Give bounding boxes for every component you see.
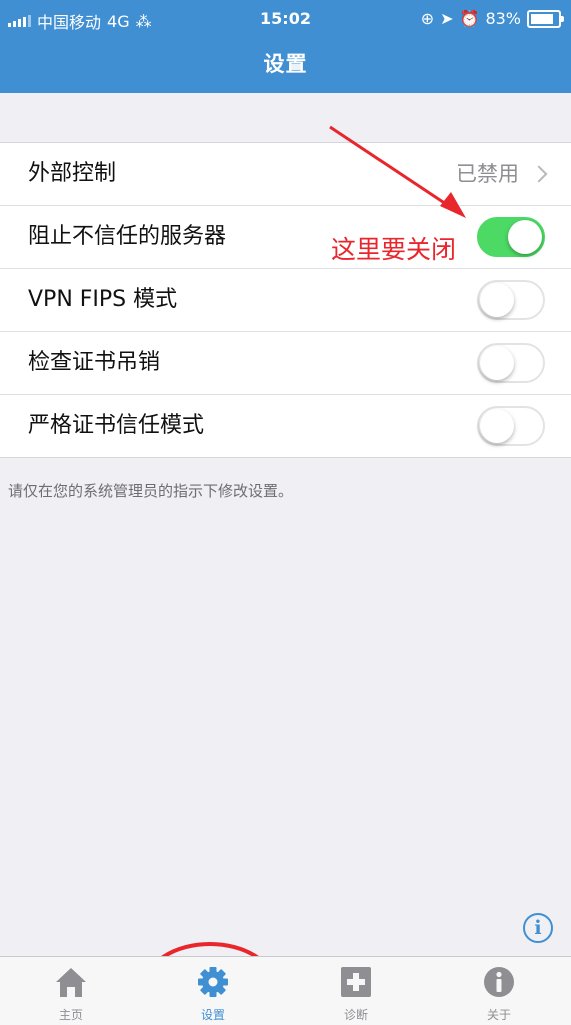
tab-home[interactable]: 主页	[0, 957, 142, 1025]
tab-label-home: 主页	[58, 1008, 83, 1022]
annotation-arrowhead	[440, 192, 466, 218]
info-icon	[484, 967, 514, 997]
info-icon-button[interactable]: i	[523, 913, 553, 943]
tab-label-diagnostics: 诊断	[343, 1008, 368, 1022]
tab-label-settings: 设置	[200, 1008, 225, 1022]
annotation-text: 这里要关闭	[331, 235, 457, 264]
tab-bar: 主页 设置 诊断 关于	[0, 956, 571, 1025]
home-icon	[56, 968, 86, 997]
plus-box-icon	[341, 967, 371, 997]
tab-settings[interactable]: 设置	[142, 957, 284, 1025]
tab-label-about: 关于	[486, 1008, 511, 1022]
tab-diagnostics[interactable]: 诊断	[285, 957, 427, 1025]
annotation-arrow	[329, 125, 453, 210]
gear-icon	[198, 967, 228, 997]
tab-about[interactable]: 关于	[428, 957, 570, 1025]
annotation-overlay	[142, 125, 466, 1024]
